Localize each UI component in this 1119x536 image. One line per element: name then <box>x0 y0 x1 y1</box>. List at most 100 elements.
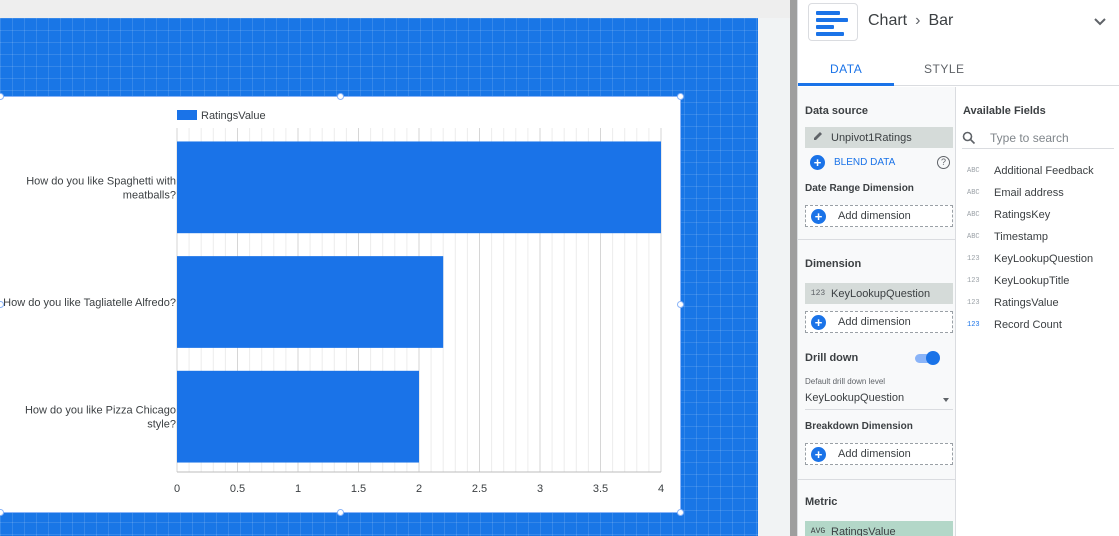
breadcrumb-root: Chart <box>868 12 908 29</box>
x-tick-label: 0.5 <box>230 483 245 495</box>
date-range-title: Date Range Dimension <box>805 183 914 194</box>
tab-data[interactable]: DATA <box>830 62 862 76</box>
field-label: KeyLookupTitle <box>994 275 1070 287</box>
resize-handle-right[interactable] <box>677 301 684 308</box>
resize-handle-bottom[interactable] <box>337 509 344 516</box>
field-item[interactable]: 123 RatingsValue <box>962 292 1114 314</box>
resize-handle-bottom-right[interactable] <box>677 509 684 516</box>
field-label: RatingsValue <box>994 297 1059 309</box>
dimension-chip-label: KeyLookupQuestion <box>831 287 931 300</box>
x-tick-label: 0 <box>174 483 180 495</box>
field-label: Record Count <box>994 319 1062 331</box>
field-label: Email address <box>994 187 1064 199</box>
dimension-chip[interactable]: 123 KeyLookupQuestion <box>805 283 953 304</box>
field-item[interactable]: ABC RatingsKey <box>962 204 1114 226</box>
field-item[interactable]: 123 Record Count <box>962 314 1114 336</box>
metric-chip[interactable]: AVG RatingsValue <box>805 521 953 536</box>
category-label: How do you like Pizza Chicago <box>25 405 176 417</box>
chevron-down-icon[interactable] <box>1090 12 1110 32</box>
text-type-icon: ABC <box>967 211 980 219</box>
tab-style[interactable]: STYLE <box>924 62 965 76</box>
metric-title: Metric <box>805 496 838 508</box>
category-label: How do you like Tagliatelle Alfredo? <box>3 297 176 309</box>
category-label: style? <box>147 419 176 431</box>
blend-data-label: BLEND DATA <box>834 157 896 168</box>
dropdown-caret-icon <box>943 398 949 402</box>
aggregation-icon: AVG <box>810 527 826 536</box>
x-tick-label: 1.5 <box>351 483 366 495</box>
data-source-name: Unpivot1Ratings <box>831 131 912 144</box>
drill-level-label: Default drill down level <box>805 377 886 386</box>
panel-divider[interactable] <box>790 0 797 536</box>
add-dimension-label: Add dimension <box>838 210 911 222</box>
blend-data-button[interactable]: + BLEND DATA ? <box>805 155 953 170</box>
field-list: ABC Additional Feedback ABC Email address AB… <box>962 160 1114 336</box>
add-dimension-label: Add dimension <box>838 316 911 328</box>
drill-down-toggle[interactable] <box>915 351 940 365</box>
search-icon <box>962 131 976 144</box>
panel-tabs: DATA STYLE <box>798 52 1119 86</box>
drill-level-value: KeyLookupQuestion <box>805 392 905 404</box>
pencil-icon[interactable] <box>805 130 831 145</box>
chevron-right-icon: › <box>915 12 921 29</box>
data-source-chip[interactable]: Unpivot1Ratings <box>805 127 953 148</box>
text-type-icon: ABC <box>967 233 980 241</box>
canvas-gutter <box>758 18 790 536</box>
field-item[interactable]: ABC Timestamp <box>962 226 1114 248</box>
add-circle-icon: + <box>811 446 826 462</box>
legend-swatch <box>177 110 197 120</box>
active-tab-indicator <box>798 83 894 86</box>
breadcrumb: Chart › Bar <box>868 12 953 30</box>
x-tick-label: 3.5 <box>593 483 608 495</box>
breadcrumb-leaf: Bar <box>928 12 954 29</box>
bar <box>177 370 419 463</box>
x-tick-label: 3 <box>537 483 543 495</box>
x-tick-label: 2.5 <box>472 483 487 495</box>
field-label: RatingsKey <box>994 209 1051 221</box>
category-label: meatballs? <box>123 189 176 201</box>
report-canvas: 0 0.5 1 1.5 2 2.5 3 3.5 4 RatingsValue How do you … <box>0 0 790 536</box>
add-circle-icon: + <box>810 155 825 170</box>
properties-panel: Chart › Bar DATA STYLE Data source Unpiv… <box>797 0 1119 536</box>
numeric-type-icon: 123 <box>810 289 826 298</box>
field-item[interactable]: 123 KeyLookupQuestion <box>962 248 1114 270</box>
bar <box>177 256 444 348</box>
drill-level-select[interactable]: KeyLookupQuestion <box>805 392 953 410</box>
panel-header: Chart › Bar <box>798 0 1119 46</box>
numeric-type-icon: 123 <box>967 321 980 329</box>
bar <box>177 141 661 234</box>
available-fields-title: Available Fields <box>963 105 1046 117</box>
add-dimension-label: Add dimension <box>838 448 911 460</box>
bar-chart-type-icon[interactable] <box>808 3 858 41</box>
add-breakdown-dimension-button[interactable]: + Add dimension <box>805 443 953 465</box>
add-date-range-dimension-button[interactable]: + Add dimension <box>805 205 953 227</box>
canvas-top-gap <box>0 0 790 18</box>
dimension-title: Dimension <box>805 258 862 270</box>
field-item[interactable]: ABC Email address <box>962 182 1114 204</box>
numeric-type-icon: 123 <box>967 299 980 307</box>
section-divider <box>798 479 956 480</box>
add-dimension-button[interactable]: + Add dimension <box>805 311 953 333</box>
help-icon[interactable]: ? <box>937 156 950 169</box>
field-item[interactable]: 123 KeyLookupTitle <box>962 270 1114 292</box>
field-item[interactable]: ABC Additional Feedback <box>962 160 1114 182</box>
numeric-type-icon: 123 <box>967 277 980 285</box>
breakdown-title: Breakdown Dimension <box>805 421 913 432</box>
add-circle-icon: + <box>811 314 826 330</box>
metric-chip-label: RatingsValue <box>831 525 896 536</box>
resize-handle-top-right[interactable] <box>677 93 684 100</box>
field-search-input[interactable]: Type to search <box>962 127 1114 149</box>
field-label: Additional Feedback <box>994 165 1094 177</box>
field-label: KeyLookupQuestion <box>994 253 1094 265</box>
search-placeholder: Type to search <box>990 130 1069 145</box>
category-label: How do you like Spaghetti with <box>26 175 176 187</box>
bar-chart: 0 0.5 1 1.5 2 2.5 3 3.5 4 RatingsValue How do you … <box>3 110 664 495</box>
data-config-column: Data source Unpivot1Ratings + BLEND DATA… <box>798 87 956 536</box>
drill-down-title: Drill down <box>805 352 859 364</box>
field-label: Timestamp <box>994 231 1048 243</box>
resize-handle-top[interactable] <box>337 93 344 100</box>
bar-chart-component[interactable]: 0 0.5 1 1.5 2 2.5 3 3.5 4 RatingsValue How do you … <box>0 96 680 512</box>
text-type-icon: ABC <box>967 167 980 175</box>
x-tick-label: 1 <box>295 483 301 495</box>
numeric-type-icon: 123 <box>967 255 980 263</box>
